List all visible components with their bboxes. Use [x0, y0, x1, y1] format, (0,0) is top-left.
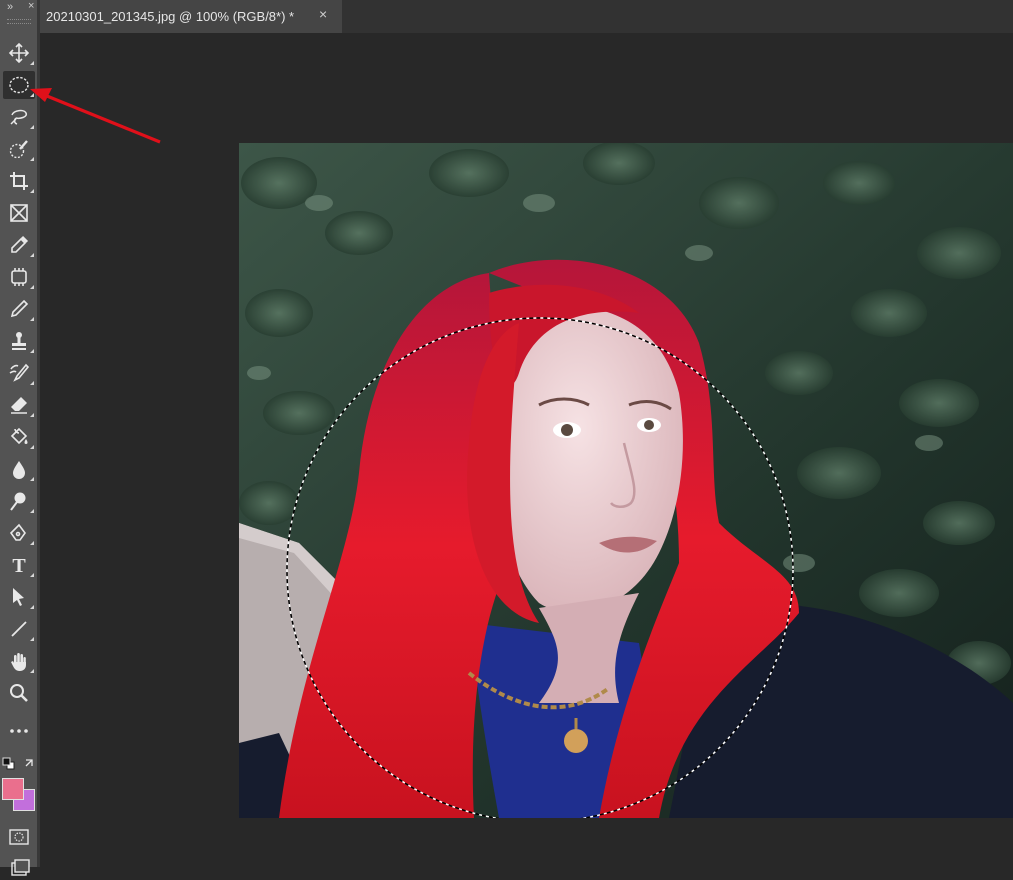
tool-flyout-indicator	[30, 573, 34, 577]
pen-tool-icon	[9, 523, 26, 541]
crop-tool-icon	[10, 172, 28, 190]
quick-mask-mode[interactable]	[3, 823, 35, 851]
tool-flyout-indicator	[30, 61, 34, 65]
tool-flyout-indicator	[30, 669, 34, 673]
more-tools-icon	[10, 729, 28, 733]
paint-bucket-icon	[10, 427, 28, 445]
tool-flyout-indicator	[30, 509, 34, 513]
hand-tool[interactable]	[3, 647, 35, 675]
default-colors-icon[interactable]	[2, 757, 15, 770]
dodge-tool[interactable]	[3, 487, 35, 515]
tool-flyout-indicator	[30, 637, 34, 641]
screen-mode[interactable]	[3, 852, 35, 880]
tool-flyout-indicator	[30, 381, 34, 385]
elliptical-marquee-tool[interactable]	[3, 71, 35, 99]
type-tool-icon: T	[12, 555, 26, 576]
line-tool[interactable]	[3, 615, 35, 643]
frame-tool[interactable]	[3, 199, 35, 227]
tool-flyout-indicator	[30, 349, 34, 353]
color-controls	[2, 757, 33, 770]
lasso-tool[interactable]	[3, 103, 35, 131]
document-tab-bar: 20210301_201345.jpg @ 100% (RGB/8*) * ×	[40, 0, 1013, 33]
frame-tool-icon	[10, 204, 28, 222]
brush-tool[interactable]	[3, 295, 35, 323]
tool-flyout-indicator	[30, 157, 34, 161]
line-tool-icon	[11, 621, 27, 637]
swap-colors-icon[interactable]	[25, 759, 33, 767]
eyedropper-tool[interactable]	[3, 231, 35, 259]
document-tab[interactable]: 20210301_201345.jpg @ 100% (RGB/8*) * ×	[40, 0, 342, 33]
document-tab-title: 20210301_201345.jpg @ 100% (RGB/8*) *	[46, 9, 295, 24]
history-brush-tool[interactable]	[3, 359, 35, 387]
path-selection-icon	[13, 588, 24, 606]
tool-flyout-indicator	[30, 189, 34, 193]
crop-tool[interactable]	[3, 167, 35, 195]
tool-flyout-indicator	[30, 285, 34, 289]
tool-flyout-indicator	[30, 445, 34, 449]
tool-flyout-indicator	[30, 125, 34, 129]
quick-mask-icon	[9, 829, 29, 845]
photo-portrait	[239, 143, 1013, 818]
tool-flyout-indicator	[30, 93, 34, 97]
type-tool[interactable]: T	[3, 551, 35, 579]
panel-grip[interactable]	[7, 19, 31, 24]
eyedropper-icon	[11, 235, 29, 253]
patch-tool[interactable]	[3, 263, 35, 291]
document-canvas[interactable]	[239, 143, 1013, 818]
expand-panel-icon[interactable]: »	[7, 1, 13, 13]
tool-flyout-indicator	[30, 253, 34, 257]
hand-tool-icon	[11, 653, 26, 671]
quick-selection-icon	[9, 140, 28, 159]
lasso-tool-icon	[10, 109, 28, 125]
close-tab-icon[interactable]: ×	[319, 6, 327, 22]
foreground-color-swatch[interactable]	[2, 778, 24, 800]
clone-stamp-icon	[12, 332, 26, 350]
clone-stamp-tool[interactable]	[3, 327, 35, 355]
patch-tool-icon	[11, 268, 27, 286]
tool-flyout-indicator	[30, 317, 34, 321]
more-tools[interactable]	[3, 717, 35, 745]
elliptical-marquee-icon	[9, 76, 29, 94]
tool-flyout-indicator	[30, 413, 34, 417]
move-tool[interactable]	[3, 39, 35, 67]
blur-tool[interactable]	[3, 455, 35, 483]
close-panel-icon[interactable]: ×	[28, 0, 34, 12]
history-brush-icon	[9, 363, 30, 382]
eraser-tool[interactable]	[3, 391, 35, 419]
tool-flyout-indicator	[30, 541, 34, 545]
blur-drop-icon	[13, 461, 25, 479]
tools-panel: » × T	[0, 0, 40, 876]
tools-panel-header: » ×	[0, 0, 40, 16]
quick-selection-tool[interactable]	[3, 135, 35, 163]
zoom-tool-icon	[10, 684, 28, 702]
type-tool-glyph: T	[12, 555, 26, 576]
zoom-tool[interactable]	[3, 679, 35, 707]
brush-tool-icon	[10, 299, 29, 318]
pen-tool[interactable]	[3, 519, 35, 547]
path-selection-tool[interactable]	[3, 583, 35, 611]
tool-flyout-indicator	[30, 477, 34, 481]
tool-flyout-indicator	[30, 605, 34, 609]
dodge-tool-icon	[10, 492, 26, 511]
screen-mode-icon	[11, 859, 30, 876]
eraser-icon	[11, 397, 27, 414]
move-tool-icon	[8, 42, 30, 64]
paint-bucket-tool[interactable]	[3, 423, 35, 451]
